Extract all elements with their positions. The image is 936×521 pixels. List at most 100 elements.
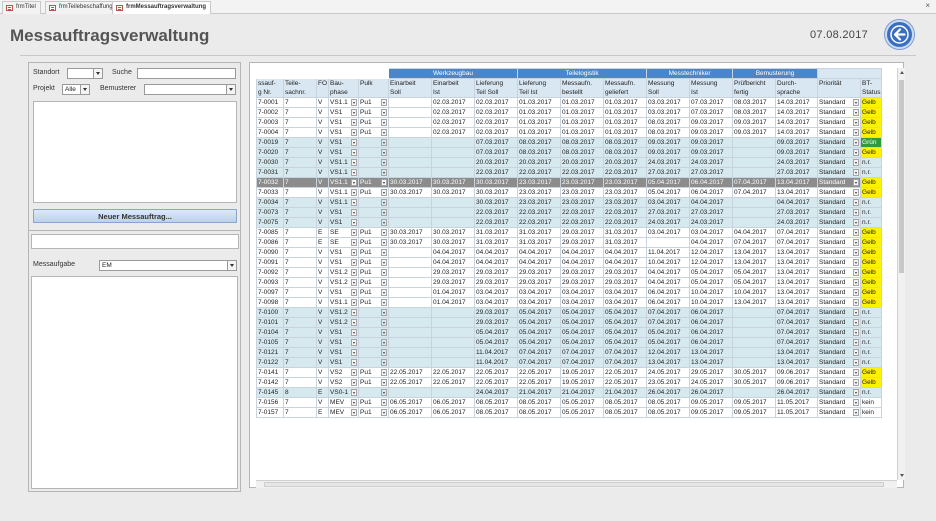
table-cell[interactable]: 22.05.2017 [603, 377, 648, 388]
detail-textbox[interactable] [31, 234, 239, 249]
table-cell[interactable]: 12.04.2017 [689, 257, 734, 268]
table-row[interactable]: 7-0145 8 E VS0-1 24.04.2017 21.04.2017 21.04.2… [256, 387, 883, 398]
table-cell[interactable]: n.r. [860, 317, 883, 328]
table-cell[interactable]: Standard [817, 247, 862, 258]
table-cell[interactable]: 27.03.2017 [646, 207, 691, 218]
table-cell[interactable]: V [315, 337, 330, 348]
table-cell[interactable]: 30.03.2017 [388, 177, 433, 188]
table-cell[interactable]: 09.06.2017 [775, 367, 819, 378]
table-cell[interactable] [358, 167, 390, 178]
table-cell[interactable]: 7-0001 [256, 97, 284, 108]
table-cell[interactable]: Pu1 [358, 407, 390, 418]
table-cell[interactable] [431, 327, 476, 338]
table-cell[interactable]: V [315, 297, 330, 308]
table-cell[interactable] [431, 337, 476, 348]
chevron-down-icon[interactable] [381, 219, 388, 226]
table-cell[interactable]: VS1.1 [328, 97, 360, 108]
chevron-down-icon[interactable] [93, 69, 102, 78]
chevron-down-icon[interactable] [351, 179, 358, 186]
table-cell[interactable] [358, 317, 390, 328]
table-cell[interactable]: 01.03.2017 [603, 97, 648, 108]
table-cell[interactable]: 09.03.2017 [775, 137, 819, 148]
table-cell[interactable] [388, 337, 433, 348]
table-row[interactable]: 7-0156 7 V MEV Pu1 06.05.2017 06.05.2017 08.05.… [256, 397, 883, 408]
table-cell[interactable]: 7 [283, 347, 317, 358]
table-cell[interactable] [431, 137, 476, 148]
table-cell[interactable]: 05.04.2017 [646, 187, 691, 198]
table-cell[interactable] [388, 147, 433, 158]
table-cell[interactable]: 22.03.2017 [474, 167, 519, 178]
table-cell[interactable]: 13.04.2017 [775, 177, 819, 188]
chevron-down-icon[interactable] [381, 389, 388, 396]
table-cell[interactable]: E [315, 407, 330, 418]
table-cell[interactable]: 7-0157 [256, 407, 284, 418]
table-cell[interactable]: 04.04.2017 [689, 197, 734, 208]
chevron-down-icon[interactable] [381, 339, 388, 346]
chevron-down-icon[interactable] [853, 319, 860, 326]
table-row[interactable]: 7-0122 7 V VS1 11.04.2017 07.04.2017 07.04.201… [256, 357, 883, 368]
table-cell[interactable]: 7 [283, 107, 317, 118]
chevron-down-icon[interactable] [853, 129, 860, 136]
table-cell[interactable]: 06.04.2017 [689, 337, 734, 348]
table-cell[interactable]: 04.04.2017 [603, 247, 648, 258]
table-cell[interactable]: Standard [817, 267, 862, 278]
table-cell[interactable]: 7 [283, 237, 317, 248]
table-cell[interactable]: 13.04.2017 [689, 347, 734, 358]
table-cell[interactable]: 31.03.2017 [474, 227, 519, 238]
table-cell[interactable]: V [315, 347, 330, 358]
table-cell[interactable]: Pu1 [358, 177, 390, 188]
table-cell[interactable]: 02.03.2017 [474, 97, 519, 108]
chevron-down-icon[interactable] [853, 159, 860, 166]
table-cell[interactable]: Gelb [860, 367, 883, 378]
chevron-down-icon[interactable] [351, 159, 358, 166]
table-cell[interactable]: 06.04.2017 [689, 307, 734, 318]
table-cell[interactable] [388, 297, 433, 308]
table-cell[interactable]: 7 [283, 247, 317, 258]
table-cell[interactable]: Standard [817, 167, 862, 178]
table-cell[interactable]: 29.03.2017 [560, 277, 605, 288]
column-header[interactable]: Messung Ist [689, 78, 734, 98]
table-cell[interactable]: 7-0121 [256, 347, 284, 358]
column-header[interactable]: Durch- sprache [775, 78, 819, 98]
table-cell[interactable]: 01.03.2017 [560, 107, 605, 118]
table-cell[interactable] [388, 247, 433, 258]
table-cell[interactable]: n.r. [860, 387, 883, 398]
table-cell[interactable]: Standard [817, 217, 862, 228]
table-cell[interactable]: 19.05.2017 [560, 377, 605, 388]
table-cell[interactable]: 29.03.2017 [474, 307, 519, 318]
chevron-down-icon[interactable] [853, 199, 860, 206]
table-cell[interactable]: 04.04.2017 [560, 257, 605, 268]
table-cell[interactable]: 7-0092 [256, 267, 284, 278]
table-cell[interactable]: 7 [283, 287, 317, 298]
chevron-down-icon[interactable] [853, 339, 860, 346]
table-cell[interactable]: 07.04.2017 [732, 177, 777, 188]
table-row[interactable]: 7-0085 7 E SE Pu1 30.03.2017 30.03.2017 31.03.2… [256, 227, 883, 238]
table-cell[interactable]: 09.03.2017 [689, 137, 734, 148]
table-cell[interactable] [358, 357, 390, 368]
table-cell[interactable]: 03.04.2017 [646, 227, 691, 238]
table-cell[interactable]: 03.03.2017 [646, 107, 691, 118]
table-cell[interactable]: 24.04.2017 [474, 387, 519, 398]
table-row[interactable]: 7-0101 7 V VS1.2 29.03.2017 05.04.2017 05.04.2… [256, 317, 883, 328]
table-cell[interactable]: 29.05.2017 [689, 367, 734, 378]
table-row[interactable]: 7-0019 7 V VS1 07.03.2017 08.03.2017 08.03.201… [256, 137, 883, 148]
chevron-down-icon[interactable] [381, 409, 388, 416]
table-cell[interactable]: 09.05.2017 [732, 397, 777, 408]
table-cell[interactable] [431, 357, 476, 368]
table-cell[interactable]: 04.04.2017 [474, 257, 519, 268]
table-cell[interactable] [732, 157, 777, 168]
table-cell[interactable]: 7 [283, 97, 317, 108]
horizontal-scrollbar[interactable] [256, 480, 897, 488]
table-cell[interactable]: VS1.1 [328, 177, 360, 188]
table-cell[interactable]: 07.04.2017 [775, 227, 819, 238]
table-cell[interactable]: 13.04.2017 [775, 187, 819, 198]
table-cell[interactable]: Standard [817, 127, 862, 138]
table-cell[interactable]: V [315, 217, 330, 228]
chevron-down-icon[interactable] [381, 359, 388, 366]
table-cell[interactable] [732, 347, 777, 358]
table-cell[interactable]: n.r. [860, 197, 883, 208]
table-cell[interactable]: 09.03.2017 [689, 147, 734, 158]
table-cell[interactable] [431, 157, 476, 168]
table-cell[interactable] [732, 357, 777, 368]
table-cell[interactable]: 22.03.2017 [603, 167, 648, 178]
